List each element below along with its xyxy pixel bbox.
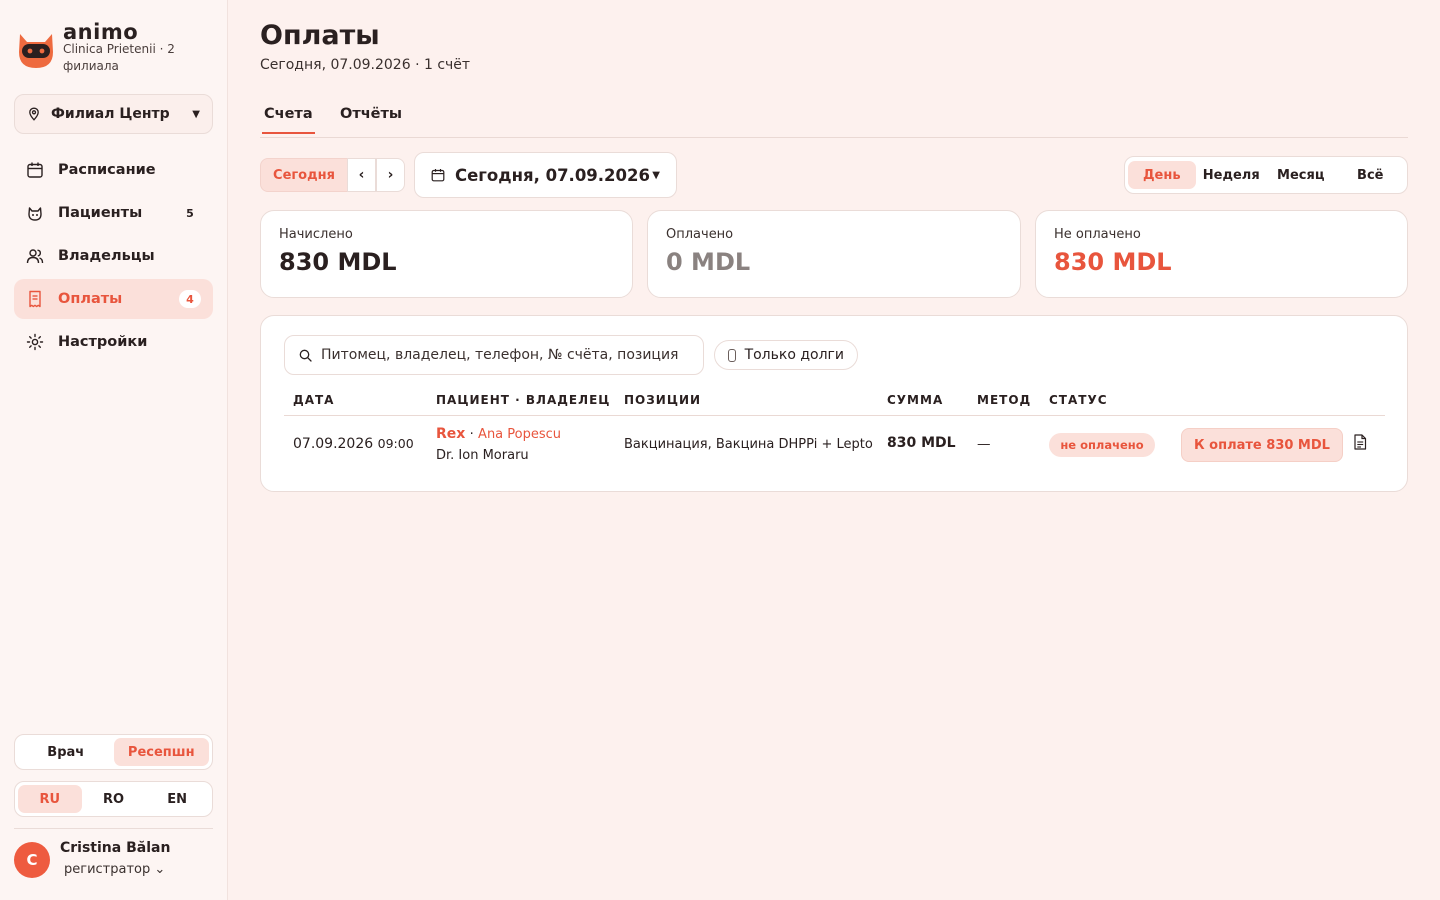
summary-card-unpaid: Не оплачено 830 MDL: [1035, 210, 1408, 298]
user-name: Cristina Bălan: [60, 840, 171, 856]
tab-invoices[interactable]: Счета: [262, 106, 315, 134]
today-button[interactable]: Сегодня: [260, 158, 348, 192]
table-header-divider: [284, 415, 1385, 416]
brand: animo Clinica Prietenii · 2 филиала: [16, 20, 216, 78]
location-pin-icon: [29, 107, 39, 121]
sidebar-item-label: Владельцы: [58, 248, 155, 264]
period-option-week[interactable]: Неделя: [1198, 161, 1266, 189]
search-placeholder: Питомец, владелец, телефон, № счёта, поз…: [321, 347, 679, 363]
paw-icon: [28, 207, 42, 221]
document-icon[interactable]: [1353, 434, 1367, 450]
sidebar-divider: [14, 828, 213, 829]
summary-card-paid: Оплачено 0 MDL: [647, 210, 1021, 298]
column-header-items: ПОЗИЦИИ: [624, 393, 702, 407]
sidebar-nav: Расписание Пациенты 5 Владельцы Оплаты 4…: [14, 150, 213, 365]
next-day-button[interactable]: ›: [376, 158, 405, 192]
chevron-down-icon: ▼: [652, 169, 660, 181]
gear-icon: [26, 333, 44, 351]
language-switch: RU RO EN: [14, 781, 213, 817]
sidebar: animo Clinica Prietenii · 2 филиала Фили…: [0, 0, 228, 900]
pay-invoice-button[interactable]: К оплате 830 MDL: [1181, 428, 1343, 462]
row-amount: 830 MDL: [887, 435, 956, 451]
role-switch: Врач Ресепшн: [14, 734, 213, 770]
payments-count-badge: 4: [179, 290, 201, 308]
summary-card-charged: Начислено 830 MDL: [260, 210, 633, 298]
column-header-status: СТАТУС: [1049, 393, 1108, 407]
pet-name-link[interactable]: Rex: [436, 426, 465, 442]
sidebar-item-patients[interactable]: Пациенты 5: [14, 193, 213, 233]
calendar-icon: [27, 162, 43, 178]
charged-label: Начислено: [279, 227, 353, 242]
sidebar-item-settings[interactable]: Настройки: [14, 322, 213, 362]
charged-value: 830 MDL: [279, 248, 397, 276]
branch-selector[interactable]: Филиал Центр ▼: [14, 94, 213, 134]
unpaid-label: Не оплачено: [1054, 227, 1141, 242]
role-option-reception[interactable]: Ресепшн: [113, 738, 209, 766]
debts-only-toggle[interactable]: Только долги: [714, 340, 858, 370]
debts-only-label: Только долги: [744, 347, 844, 363]
row-date-time: 09:00: [377, 436, 414, 451]
lang-option-en[interactable]: EN: [145, 785, 209, 813]
tabs: Счета Отчёты: [260, 96, 1408, 138]
search-input[interactable]: Питомец, владелец, телефон, № счёта, поз…: [284, 335, 704, 375]
lang-option-ru[interactable]: RU: [18, 785, 82, 813]
avatar: C: [14, 842, 50, 878]
row-method: —: [977, 436, 991, 452]
column-header-date: ДАТА: [293, 393, 335, 407]
period-option-month[interactable]: Месяц: [1267, 161, 1335, 189]
animo-logo-icon: [19, 34, 53, 68]
period-option-all[interactable]: Всё: [1337, 161, 1405, 189]
sidebar-item-owners[interactable]: Владельцы: [14, 236, 213, 276]
paid-value: 0 MDL: [666, 248, 751, 276]
invoices-panel: Питомец, владелец, телефон, № счёта, поз…: [260, 315, 1408, 492]
column-header-method: МЕТОД: [977, 393, 1032, 407]
sidebar-item-label: Пациенты: [58, 205, 143, 221]
unpaid-value: 830 MDL: [1054, 248, 1172, 276]
chevron-down-icon: ⌄: [154, 862, 166, 877]
user-role-menu[interactable]: регистратор ⌄: [64, 862, 165, 877]
column-header-patient-owner: ПАЦИЕНТ · ВЛАДЕЛЕЦ: [436, 393, 611, 407]
paid-label: Оплачено: [666, 227, 734, 242]
receipt-icon: [29, 290, 41, 308]
branch-label: Филиал Центр: [51, 106, 170, 122]
prev-day-button[interactable]: ‹: [347, 158, 376, 192]
role-option-doctor[interactable]: Врач: [18, 738, 114, 766]
user-role-label: регистратор: [64, 862, 151, 877]
sidebar-item-schedule[interactable]: Расписание: [14, 150, 213, 190]
sidebar-item-label: Оплаты: [58, 291, 123, 307]
calendar-icon: [431, 169, 445, 182]
column-header-amount: СУММА: [887, 393, 944, 407]
patients-count-badge: 5: [186, 206, 194, 220]
row-items: Вакцинация, Вакцина DHPPi + Lepto: [624, 437, 873, 452]
period-option-day[interactable]: День: [1128, 161, 1196, 189]
row-date-day: 07.09.2026: [293, 436, 374, 452]
period-switch: День Неделя Месяц Всё: [1124, 156, 1408, 194]
search-icon: [299, 349, 312, 362]
current-date-label: Сегодня, 07.09.2026: [455, 165, 650, 185]
user-profile: C Cristina Bălan регистратор ⌄: [14, 838, 213, 886]
debts-only-checkbox[interactable]: [728, 348, 736, 362]
row-date: 07.09.2026 09:00: [293, 436, 414, 452]
owner-name-link[interactable]: Ana Popescu: [478, 427, 561, 442]
sidebar-item-label: Настройки: [58, 334, 148, 350]
page-subtitle: Сегодня, 07.09.2026 · 1 счёт: [260, 57, 471, 73]
lang-option-ro[interactable]: RO: [82, 785, 146, 813]
row-patient: Rex · Ana Popescu: [436, 426, 561, 442]
date-picker[interactable]: Сегодня, 07.09.2026 ▼: [414, 152, 677, 198]
status-badge: не оплачено: [1049, 433, 1155, 457]
chevron-down-icon: ▼: [192, 108, 200, 120]
row-doctor: Dr. Ion Moraru: [436, 448, 529, 463]
users-icon: [26, 249, 44, 264]
patient-owner-separator: ·: [469, 427, 474, 442]
page-title: Оплаты: [260, 20, 380, 51]
clinic-subtitle: Clinica Prietenii · 2 филиала: [63, 42, 175, 73]
sidebar-item-label: Расписание: [58, 162, 156, 178]
sidebar-item-payments[interactable]: Оплаты 4: [14, 279, 213, 319]
tab-reports[interactable]: Отчёты: [338, 106, 404, 132]
